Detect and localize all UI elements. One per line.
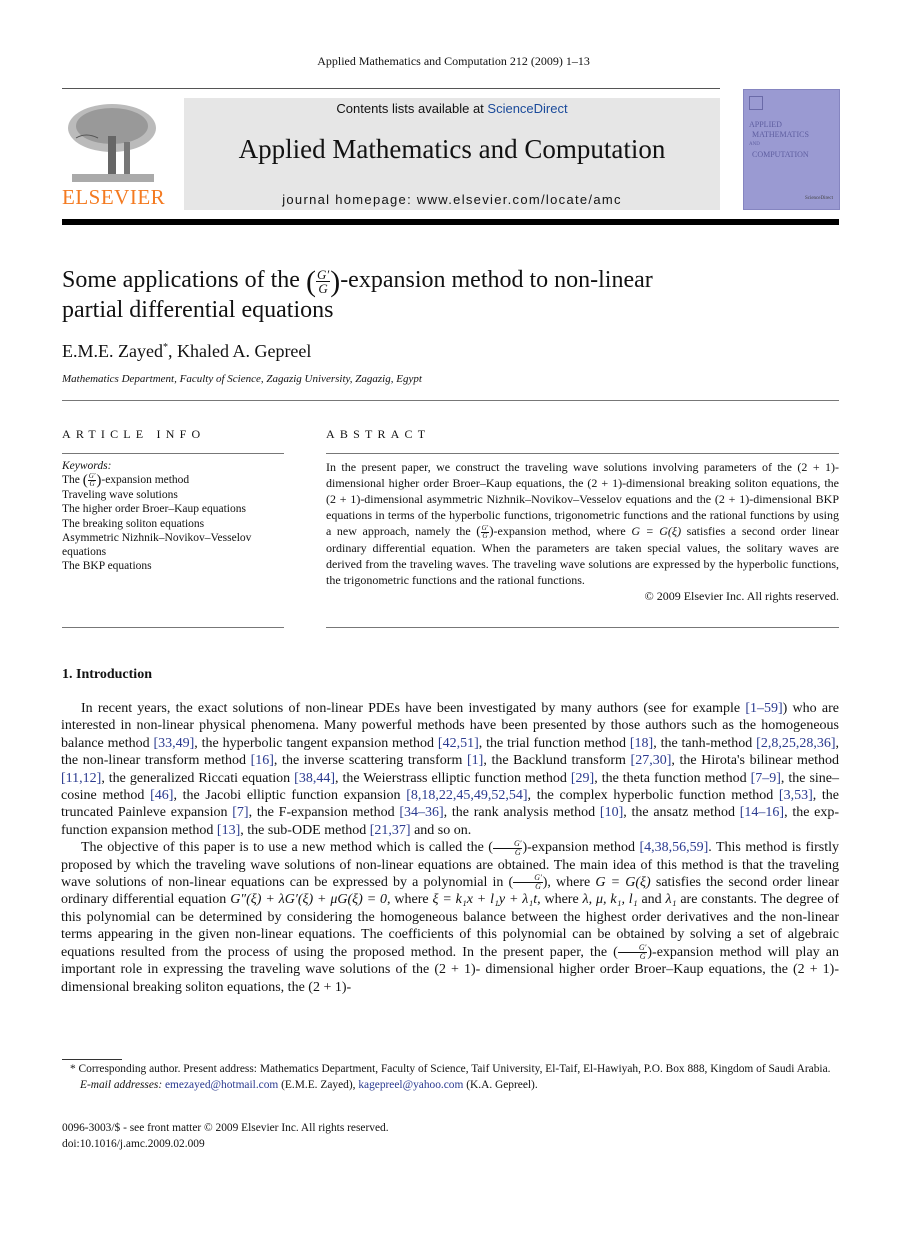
cover-title: APPLIED MATHEMATICS AND COMPUTATION — [749, 120, 809, 159]
inline-math: G″(ξ) + λG′(ξ) + μG(ξ) = 0 — [230, 892, 388, 908]
journal-banner: Contents lists available at ScienceDirec… — [184, 98, 720, 210]
contents-prefix: Contents lists available at — [336, 101, 488, 116]
citation-link[interactable]: [2,8,25,28,36] — [756, 736, 835, 751]
citation-link[interactable]: [14–16] — [740, 805, 784, 820]
running-head: Applied Mathematics and Computation 212 … — [317, 54, 590, 68]
citation-link[interactable]: [38,44] — [294, 771, 335, 786]
citation-link[interactable]: [7] — [232, 805, 248, 820]
section-heading: 1. Introduction — [62, 667, 152, 682]
introduction-body: In recent years, the exact solutions of … — [61, 700, 839, 996]
title-rule — [62, 400, 839, 401]
citation-link[interactable]: [16] — [251, 753, 274, 768]
inline-math: G = G(ξ) — [595, 875, 651, 891]
citation-link[interactable]: [46] — [150, 788, 173, 803]
sciencedirect-link[interactable]: ScienceDirect — [487, 101, 567, 116]
cover-logo-icon — [749, 96, 763, 110]
keyword: The BKP equations — [62, 560, 152, 573]
citation-link[interactable]: [3,53] — [779, 788, 813, 803]
issn-line: 0096-3003/$ - see front matter © 2009 El… — [62, 1122, 389, 1134]
author-2[interactable]: Khaled A. Gepreel — [177, 341, 311, 361]
article-info-rule — [62, 453, 284, 454]
citation-link[interactable]: [11,12] — [61, 771, 101, 786]
g-prime-over-g-fraction: (G′ G) — [488, 838, 528, 857]
paragraph-2: The objective of this paper is to use a … — [61, 838, 839, 995]
abstract-copyright: © 2009 Elsevier Inc. All rights reserved… — [644, 588, 839, 603]
abstract-rule — [326, 453, 839, 454]
tree-icon — [68, 104, 156, 182]
article-info-bottom-rule — [62, 627, 284, 628]
citation-link[interactable]: [42,51] — [438, 736, 479, 751]
corresponding-footnote: * Corresponding author. Present address:… — [70, 1063, 831, 1075]
inline-math: ξ = k₁x + l₁y + λ₁t — [432, 892, 538, 908]
citation-link[interactable]: [21,37] — [370, 823, 411, 838]
keyword: Traveling wave solutions — [62, 489, 178, 502]
citation-link[interactable]: [13] — [217, 823, 240, 838]
header-thick-rule — [62, 219, 839, 225]
front-matter-info: 0096-3003/$ - see front matter © 2009 El… — [62, 1121, 389, 1152]
title-fraction: G′ G — [315, 266, 331, 296]
citation-link[interactable]: [33,49] — [153, 736, 194, 751]
footnote-rule — [62, 1059, 122, 1060]
citation-link[interactable]: [27,30] — [631, 753, 672, 768]
email-link-1[interactable]: emezayed@hotmail.com — [165, 1079, 278, 1091]
inline-math: λ₁ — [665, 892, 677, 908]
abstract-text: In the present paper, we construct the t… — [326, 460, 840, 603]
keyword: The higher order Broer–Kaup equations — [62, 503, 246, 516]
affiliation: Mathematics Department, Faculty of Scien… — [62, 373, 422, 385]
keywords-list: Keywords: The (G′ G)-expansion method Tra… — [62, 459, 287, 573]
journal-title: Applied Mathematics and Computation — [238, 134, 666, 164]
email-footnote: E-mail addresses: emezayed@hotmail.com (… — [80, 1078, 538, 1091]
publisher-name: ELSEVIER — [62, 185, 166, 209]
citation-link[interactable]: [34–36] — [399, 805, 443, 820]
email-link-2[interactable]: kagepreel@yahoo.com — [358, 1079, 463, 1091]
inline-math: λ, μ, k₁, l₁ — [582, 892, 638, 908]
article-info-heading: ARTICLE INFO — [62, 427, 206, 441]
cover-brand: ScienceDirect — [804, 196, 833, 201]
doi[interactable]: doi:10.1016/j.amc.2009.02.009 — [62, 1137, 389, 1153]
citation-link[interactable]: [10] — [600, 805, 623, 820]
citation-link[interactable]: [4,38,56,59] — [639, 840, 708, 855]
elsevier-logo[interactable]: ELSEVIER — [62, 98, 166, 210]
citation-link[interactable]: [7–9] — [751, 771, 781, 786]
citation-link[interactable]: [29] — [571, 771, 594, 786]
keywords-label: Keywords: — [62, 460, 112, 472]
abstract-heading: ABSTRACT — [326, 427, 431, 441]
g-prime-over-g-fraction: (G′ G) — [508, 873, 548, 892]
article-title: Some applications of the (G′ G)-expansion… — [62, 264, 653, 323]
citation-link[interactable]: [8,18,22,45,49,52,54] — [406, 788, 527, 803]
contents-line: Contents lists available at ScienceDirec… — [184, 101, 720, 116]
paragraph-1: In recent years, the exact solutions of … — [61, 701, 840, 838]
header-rule — [62, 88, 720, 89]
keyword: The breaking soliton equations — [62, 517, 205, 530]
abstract-bottom-rule — [326, 627, 839, 628]
journal-homepage[interactable]: journal homepage: www.elsevier.com/locat… — [184, 192, 720, 207]
authors: E.M.E. Zayed*, Khaled A. Gepreel — [62, 341, 312, 361]
journal-cover[interactable]: APPLIED MATHEMATICS AND COMPUTATION Scie… — [743, 89, 840, 210]
keyword: Asymmetric Nizhnik–Novikov–Vesselov equa… — [62, 531, 252, 559]
g-prime-over-g-fraction: (G′ G) — [613, 942, 653, 961]
citation-link[interactable]: [1] — [467, 753, 483, 768]
keyword: The (G′ G)-expansion method — [62, 472, 190, 489]
footnotes: * Corresponding author. Present address:… — [62, 1062, 840, 1093]
citation-link[interactable]: [18] — [630, 736, 653, 751]
citation-link[interactable]: [1–59] — [745, 701, 782, 716]
author-1[interactable]: E.M.E. Zayed — [62, 341, 163, 361]
